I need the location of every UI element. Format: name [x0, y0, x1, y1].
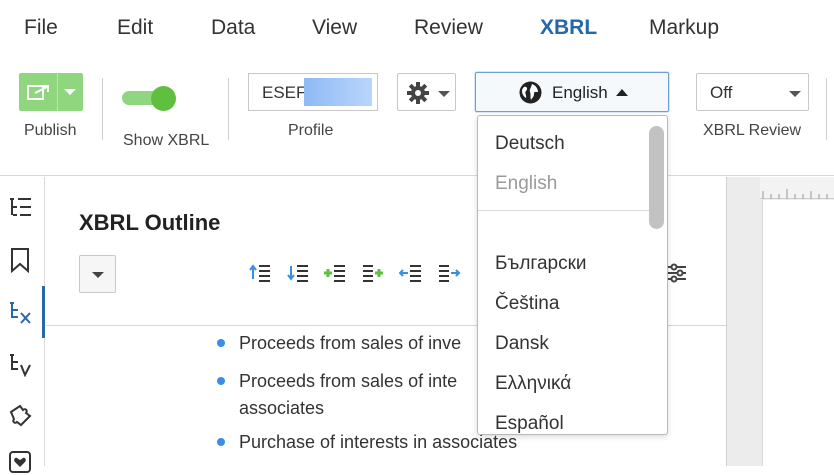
divider [826, 78, 827, 140]
toggle-knob [151, 86, 176, 111]
language-option-deutsch[interactable]: Deutsch [495, 133, 565, 155]
document-page[interactable] [762, 200, 834, 466]
publish-divider [57, 73, 58, 111]
globe-icon [519, 81, 542, 104]
gear-icon [407, 82, 429, 104]
menu-review[interactable]: Review [414, 16, 483, 40]
heart-icon[interactable] [7, 449, 33, 475]
list-item[interactable]: Proceeds from sales of inte [239, 368, 457, 395]
publish-icon [27, 85, 49, 100]
outline-list-icon[interactable] [7, 195, 33, 221]
indent-icon[interactable] [437, 263, 461, 283]
menu-bar: File Edit Data View Review XBRL Markup [0, 0, 834, 58]
move-up-icon[interactable] [248, 263, 272, 283]
add-above-icon[interactable] [323, 263, 347, 283]
menu-view[interactable]: View [312, 16, 357, 40]
show-xbrl-toggle[interactable] [122, 86, 178, 111]
chevron-up-icon [616, 89, 628, 96]
language-option-danish[interactable]: Dansk [495, 333, 549, 355]
ruler [760, 177, 834, 199]
divider [228, 78, 229, 140]
chevron-down-icon[interactable] [64, 89, 76, 95]
move-down-icon[interactable] [286, 263, 310, 283]
menu-xbrl[interactable]: XBRL [540, 16, 597, 40]
left-rail [0, 177, 45, 473]
language-option-spanish[interactable]: Español [495, 413, 564, 434]
menu-file[interactable]: File [24, 16, 58, 40]
publish-button[interactable] [19, 73, 83, 111]
puzzle-icon[interactable] [7, 403, 33, 429]
list-item[interactable]: Purchase of interests in associates [239, 429, 517, 456]
show-xbrl-label: Show XBRL [123, 132, 210, 149]
chevron-down-icon [92, 272, 104, 278]
ruler-ticks [762, 189, 828, 199]
settings-button[interactable] [397, 73, 456, 111]
xbrl-review-value: Off [710, 83, 733, 102]
language-value: English [552, 83, 608, 102]
page-title: XBRL Outline [79, 210, 221, 235]
profile-value: ESEF [262, 83, 307, 102]
outline-filter-dropdown[interactable] [79, 255, 116, 293]
ribbon-toolbar: Publish Show XBRL ESEF Profile English O… [0, 58, 834, 176]
list-item[interactable]: Proceeds from sales of inve [239, 330, 461, 357]
xbrl-tag-icon[interactable] [7, 299, 33, 325]
language-option-greek[interactable]: Ελληνικά [495, 373, 571, 395]
outdent-icon[interactable] [399, 263, 423, 283]
menu-edit[interactable]: Edit [117, 16, 153, 40]
bookmark-icon[interactable] [7, 247, 33, 273]
profile-label: Profile [288, 122, 334, 139]
bullet-icon [217, 438, 225, 446]
xbrl-review-select[interactable]: Off [696, 73, 809, 111]
dropdown-divider [478, 210, 650, 211]
filter-settings-icon[interactable] [666, 263, 688, 283]
validation-icon[interactable] [7, 351, 33, 377]
language-option-czech[interactable]: Čeština [495, 293, 559, 315]
divider [102, 78, 103, 140]
menu-markup[interactable]: Markup [649, 16, 719, 40]
language-dropdown-menu: Deutsch English Български Čeština Dansk … [477, 115, 668, 435]
bullet-icon [217, 377, 225, 385]
language-option-bulgarian[interactable]: Български [495, 253, 587, 275]
language-option-english: English [495, 173, 558, 194]
add-below-icon[interactable] [361, 263, 385, 283]
menu-data[interactable]: Data [211, 16, 255, 40]
chevron-down-icon [789, 91, 801, 97]
profile-field[interactable]: ESEF [248, 73, 378, 111]
dropdown-scrollbar[interactable] [649, 126, 664, 229]
language-select[interactable]: English [475, 72, 669, 112]
rail-active-indicator [42, 286, 45, 338]
bullet-icon [217, 339, 225, 347]
xbrl-review-label: XBRL Review [703, 122, 802, 139]
redacted-region [304, 78, 372, 106]
list-item-continuation: associates [239, 398, 325, 418]
chevron-down-icon [438, 91, 450, 97]
publish-label: Publish [24, 122, 77, 139]
